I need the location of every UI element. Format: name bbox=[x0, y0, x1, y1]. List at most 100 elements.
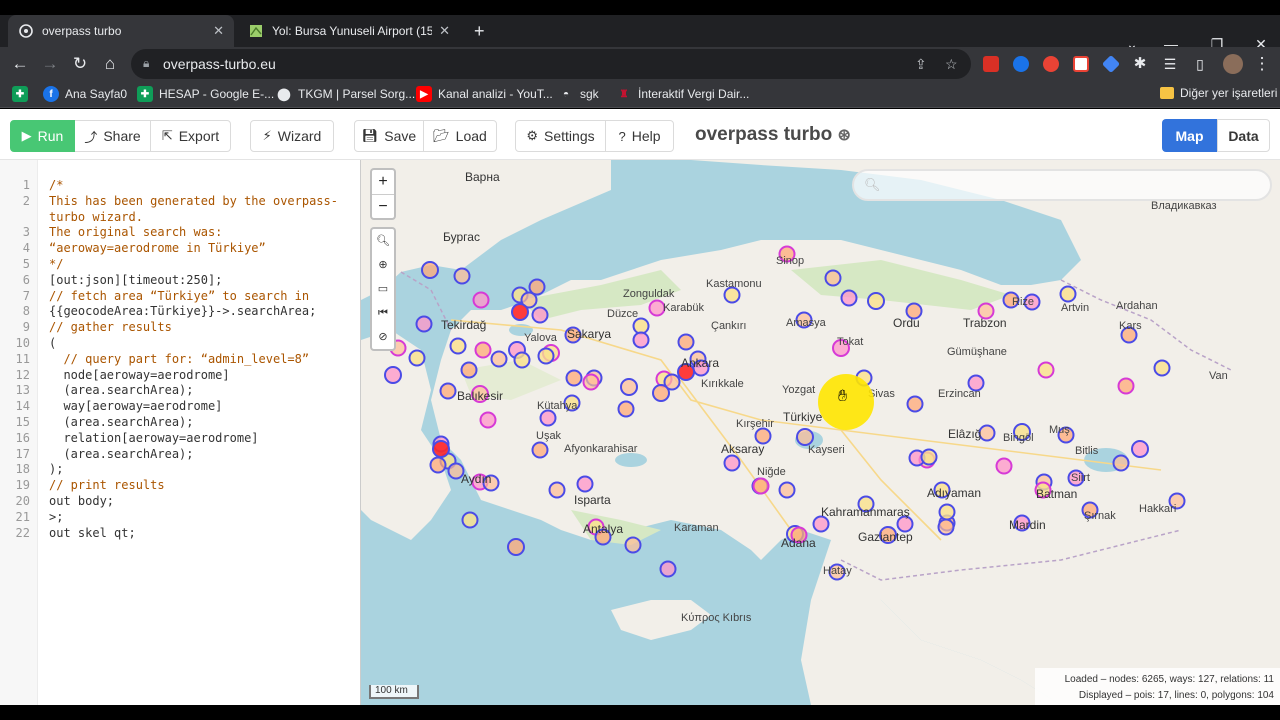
query-editor[interactable]: 1 2 3 4 5 6 7 8 9 10 11 12 13 14 15 16 17 18 19 20 21 22 /* Th… bbox=[0, 160, 361, 705]
aerodrome-marker[interactable] bbox=[1153, 359, 1171, 377]
avatar[interactable] bbox=[1223, 54, 1243, 74]
aerodrome-marker[interactable] bbox=[439, 382, 457, 400]
save-button[interactable]: 💾︎ Save bbox=[354, 120, 424, 152]
aerodrome-marker[interactable] bbox=[632, 331, 650, 349]
aerodrome-marker[interactable] bbox=[461, 511, 479, 529]
apps-bookmark[interactable]: ✚ bbox=[12, 86, 34, 102]
aerodrome-marker[interactable] bbox=[840, 289, 858, 307]
zoom-in-button[interactable]: + bbox=[372, 170, 394, 194]
fit-data-icon[interactable]: ⏮ bbox=[372, 301, 394, 325]
help-button[interactable]: ? Help bbox=[605, 120, 674, 152]
back-icon[interactable]: ← bbox=[8, 52, 32, 76]
load-button[interactable]: 📂︎ Load bbox=[423, 120, 497, 152]
pdf-extension-icon[interactable] bbox=[983, 56, 999, 72]
aerodrome-marker[interactable] bbox=[474, 341, 492, 359]
reload-icon[interactable]: ↻ bbox=[68, 52, 92, 76]
aerodrome-marker[interactable] bbox=[659, 560, 677, 578]
aerodrome-marker[interactable] bbox=[632, 317, 650, 335]
aerodrome-marker[interactable] bbox=[778, 481, 796, 499]
map-view[interactable]: Варна Бургас Tekirdağ Zonguldak Kastamon… bbox=[361, 160, 1280, 705]
aerodrome-marker[interactable] bbox=[490, 350, 508, 368]
forward-icon[interactable]: → bbox=[38, 52, 62, 76]
aerodrome-marker[interactable] bbox=[576, 475, 594, 493]
map-search-input[interactable]: 🔍︎ bbox=[852, 169, 1272, 201]
bookmark-item[interactable]: ▶ Kanal analizi - YouT... bbox=[416, 86, 553, 102]
aerodrome-marker[interactable] bbox=[460, 361, 478, 379]
share-button[interactable]: ⤴ Share bbox=[75, 120, 151, 152]
address-bar[interactable]: 🔒︎ overpass-turbo.eu ⇪ ☆ bbox=[131, 49, 971, 79]
aerodrome-marker-selected[interactable] bbox=[432, 440, 450, 458]
aerodrome-marker[interactable] bbox=[531, 306, 549, 324]
aerodrome-marker[interactable] bbox=[937, 518, 955, 536]
tab-osm-way[interactable]: Yol: Bursa Yunuseli Airport (1508... ✕ bbox=[238, 15, 460, 47]
aerodrome-marker[interactable] bbox=[663, 373, 681, 391]
aerodrome-marker[interactable] bbox=[824, 269, 842, 287]
aerodrome-marker-selected[interactable] bbox=[511, 303, 529, 321]
close-tab-icon[interactable]: ✕ bbox=[439, 23, 450, 39]
aerodrome-marker[interactable] bbox=[1112, 454, 1130, 472]
aerodrome-marker[interactable] bbox=[723, 454, 741, 472]
new-tab-button[interactable]: + bbox=[464, 15, 492, 47]
bookmark-item[interactable]: ♜ İnteraktif Vergi Dair... bbox=[616, 86, 750, 102]
aerodrome-marker[interactable] bbox=[1117, 377, 1135, 395]
aerodrome-marker[interactable] bbox=[582, 373, 600, 391]
aerodrome-marker[interactable] bbox=[421, 261, 439, 279]
locate-icon[interactable]: ⊕ bbox=[372, 253, 394, 277]
layers-icon[interactable]: ▭ bbox=[372, 277, 394, 301]
aerodrome-marker[interactable] bbox=[906, 395, 924, 413]
aerodrome-marker[interactable] bbox=[1131, 440, 1149, 458]
aerodrome-marker[interactable] bbox=[752, 477, 770, 495]
aerodrome-marker[interactable] bbox=[920, 448, 938, 466]
run-button[interactable]: ▶ Run bbox=[10, 120, 75, 152]
bookmark-item[interactable]: ✚ HESAP - Google E-... bbox=[137, 86, 274, 102]
aerodrome-marker[interactable] bbox=[449, 337, 467, 355]
aerodrome-marker[interactable] bbox=[1059, 285, 1077, 303]
tab-overpass-turbo[interactable]: overpass turbo ✕ bbox=[8, 15, 234, 47]
aerodrome-marker[interactable] bbox=[472, 291, 490, 309]
other-bookmarks[interactable]: Diğer yer işaretleri bbox=[1160, 86, 1277, 100]
aerodrome-marker[interactable] bbox=[867, 292, 885, 310]
aerodrome-marker[interactable] bbox=[677, 333, 695, 351]
aerodrome-marker[interactable] bbox=[620, 378, 638, 396]
extension-red-icon[interactable] bbox=[1043, 56, 1059, 72]
settings-button[interactable]: ⚙ Settings bbox=[515, 120, 606, 152]
aerodrome-marker[interactable] bbox=[479, 411, 497, 429]
export-button[interactable]: ⇱ Export bbox=[150, 120, 231, 152]
aerodrome-marker[interactable] bbox=[453, 267, 471, 285]
side-panel-icon[interactable]: ▯ bbox=[1188, 52, 1212, 76]
extension-shield-icon[interactable] bbox=[1101, 54, 1121, 74]
aerodrome-marker[interactable] bbox=[429, 456, 447, 474]
share-page-icon[interactable]: ⇪ bbox=[915, 56, 927, 73]
tab-data[interactable]: Data bbox=[1217, 119, 1270, 152]
wizard-button[interactable]: ⚡︎ Wizard bbox=[250, 120, 334, 152]
aerodrome-marker[interactable] bbox=[995, 457, 1013, 475]
search-icon[interactable]: 🔍︎ bbox=[372, 229, 394, 253]
aerodrome-marker[interactable] bbox=[531, 441, 549, 459]
aerodrome-marker[interactable] bbox=[415, 315, 433, 333]
aerodrome-marker[interactable] bbox=[513, 351, 531, 369]
bookmark-star-icon[interactable]: ☆ bbox=[945, 56, 958, 73]
aerodrome-marker[interactable] bbox=[537, 347, 555, 365]
zoom-out-button[interactable]: − bbox=[372, 194, 394, 218]
map-canvas[interactable] bbox=[361, 160, 1280, 705]
home-icon[interactable]: ⌂ bbox=[98, 52, 122, 76]
aerodrome-marker[interactable] bbox=[1037, 361, 1055, 379]
extensions-puzzle-icon[interactable]: ✱ bbox=[1128, 52, 1152, 76]
close-tab-icon[interactable]: ✕ bbox=[213, 23, 224, 39]
bookmark-item[interactable]: ⬤ TKGM | Parsel Sorg... bbox=[276, 86, 415, 102]
aerodrome-marker[interactable] bbox=[796, 428, 814, 446]
extension-pocket-icon[interactable] bbox=[1073, 56, 1089, 72]
reading-list-icon[interactable]: ☰ bbox=[1158, 52, 1182, 76]
clear-data-icon[interactable]: ⊘ bbox=[372, 325, 394, 349]
aerodrome-marker[interactable] bbox=[617, 400, 635, 418]
aerodrome-marker[interactable] bbox=[408, 349, 426, 367]
aerodrome-marker[interactable] bbox=[539, 409, 557, 427]
aerodrome-marker[interactable] bbox=[548, 481, 566, 499]
bookmark-item[interactable]: f Ana Sayfa0 bbox=[43, 86, 127, 102]
bookmark-item[interactable]: ◓ sgk bbox=[558, 86, 599, 102]
aerodrome-marker[interactable] bbox=[565, 369, 583, 387]
aerodrome-marker[interactable] bbox=[938, 503, 956, 521]
aerodrome-marker[interactable] bbox=[384, 366, 402, 384]
aerodrome-marker[interactable] bbox=[507, 538, 525, 556]
aerodrome-marker[interactable] bbox=[624, 536, 642, 554]
